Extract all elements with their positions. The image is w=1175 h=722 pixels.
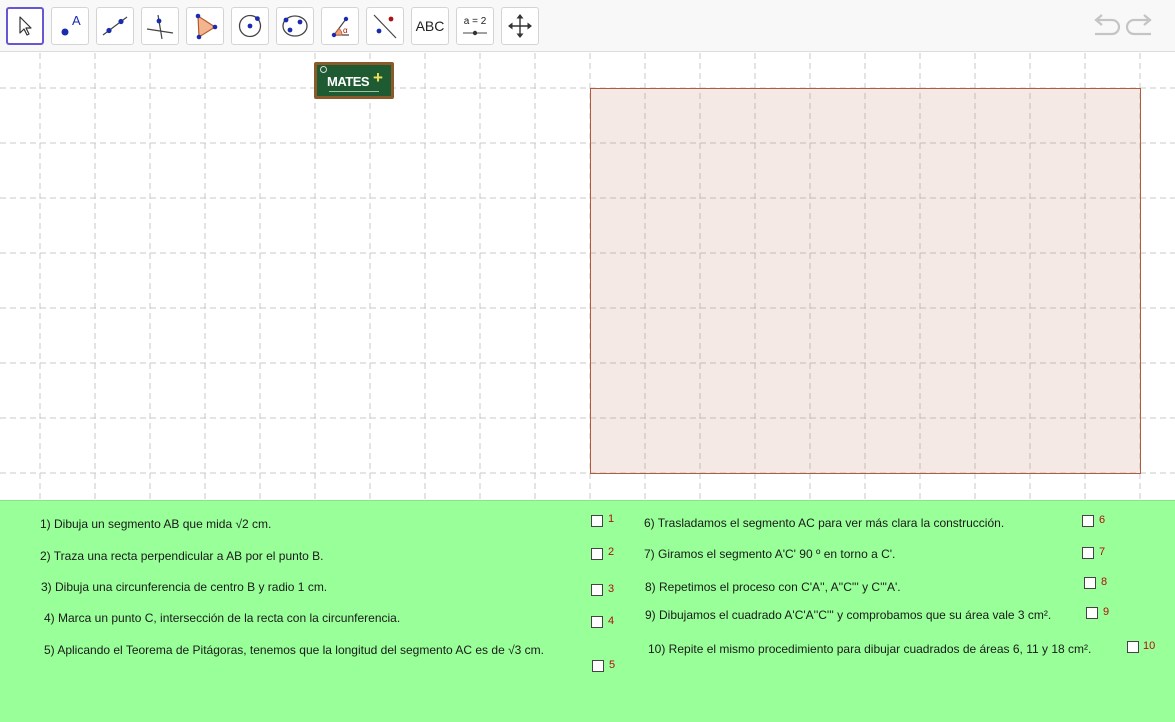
- step-4-checkbox[interactable]: [591, 616, 603, 628]
- line-through-two-points-icon: [102, 16, 128, 36]
- move-tool-button[interactable]: [6, 7, 44, 45]
- undo-icon: [1094, 14, 1121, 36]
- reflect-tool-button[interactable]: [366, 7, 404, 45]
- reflect-about-line-icon: [373, 14, 397, 39]
- point-label: A: [72, 13, 81, 28]
- cc-license-icon: [320, 66, 327, 73]
- toolbar: A α ABC a = 2: [0, 0, 1175, 52]
- step-7-text: 7) Giramos el segmento A'C' 90 º en torn…: [644, 547, 896, 561]
- step-2-text: 2) Traza una recta perpendicular a AB po…: [40, 549, 324, 563]
- step-7-checkbox-label: 7: [1099, 546, 1106, 558]
- slider-tool-button[interactable]: a = 2: [456, 7, 494, 45]
- point-icon: A: [61, 13, 81, 36]
- mates-logo: MATES +: [314, 62, 394, 99]
- conic-tool-button[interactable]: [276, 7, 314, 45]
- step-7-checkbox[interactable]: [1082, 547, 1094, 559]
- undo-button[interactable]: [1090, 14, 1121, 43]
- redo-button[interactable]: [1125, 14, 1156, 43]
- step-6-checkbox[interactable]: [1082, 515, 1094, 527]
- point-tool-button[interactable]: A: [51, 7, 89, 45]
- line-tool-button[interactable]: [96, 7, 134, 45]
- circle-center-point-icon: [238, 14, 262, 38]
- step-3-text: 3) Dibuja una circunferencia de centro B…: [41, 580, 328, 594]
- step-4-text: 4) Marca un punto C, intersección de la …: [44, 611, 401, 625]
- step-8-text: 8) Repetimos el proceso con C'A'', A''C'…: [645, 580, 901, 594]
- step-6-checkbox-label: 6: [1099, 514, 1106, 526]
- step-5-checkbox[interactable]: [592, 660, 604, 672]
- instructions-panel: 1) Dibuja un segmento AB que mida √2 cm.…: [0, 500, 1175, 722]
- logo-text: MATES: [327, 74, 370, 89]
- step-1-text: 1) Dibuja un segmento AB que mida √2 cm.: [40, 517, 272, 531]
- square-polygon[interactable]: [590, 88, 1141, 474]
- cursor-arrow-icon: [19, 16, 32, 36]
- slider-tool-label: a = 2: [463, 15, 487, 27]
- step-3-checkbox[interactable]: [591, 584, 603, 596]
- step-10-text: 10) Repite el mismo procedimiento para d…: [648, 642, 1092, 656]
- text-tool-label: ABC: [415, 18, 445, 34]
- angle-label: α: [343, 26, 348, 35]
- logo-plus: +: [373, 68, 383, 87]
- step-1-checkbox-label: 1: [608, 513, 615, 525]
- redo-icon: [1125, 14, 1152, 36]
- circle-through-points-icon: [282, 15, 308, 37]
- step-1-checkbox[interactable]: [591, 515, 603, 527]
- logo-tagline: [329, 91, 379, 92]
- perpendicular-line-tool-button[interactable]: [141, 7, 179, 45]
- step-6-text: 6) Trasladamos el segmento AC para ver m…: [644, 516, 1005, 530]
- step-5-checkbox-label: 5: [609, 659, 616, 671]
- perpendicular-line-icon: [146, 14, 174, 40]
- step-2-checkbox-label: 2: [608, 546, 615, 558]
- polygon-tool-button[interactable]: [186, 7, 224, 45]
- step-8-checkbox[interactable]: [1084, 577, 1096, 589]
- circle-center-point-tool-button[interactable]: [231, 7, 269, 45]
- move-arrows-icon: [508, 14, 532, 38]
- text-tool-button[interactable]: ABC: [411, 7, 449, 45]
- slider-icon: [463, 30, 487, 35]
- step-4-checkbox-label: 4: [608, 615, 615, 627]
- step-10-checkbox-label: 10: [1143, 640, 1156, 652]
- step-9-checkbox[interactable]: [1086, 607, 1098, 619]
- step-9-checkbox-label: 9: [1103, 606, 1110, 618]
- step-8-checkbox-label: 8: [1101, 576, 1108, 588]
- step-2-checkbox[interactable]: [591, 548, 603, 560]
- step-9-text: 9) Dibujamos el cuadrado A'C'A''C''' y c…: [645, 608, 1052, 622]
- angle-tool-button[interactable]: α: [321, 7, 359, 45]
- step-3-checkbox-label: 3: [608, 583, 615, 595]
- angle-icon: α: [331, 16, 349, 38]
- step-5-text: 5) Aplicando el Teorema de Pitágoras, te…: [44, 643, 544, 657]
- move-graphics-view-tool-button[interactable]: [501, 7, 539, 45]
- polygon-icon: [195, 13, 218, 40]
- step-10-checkbox[interactable]: [1127, 641, 1139, 653]
